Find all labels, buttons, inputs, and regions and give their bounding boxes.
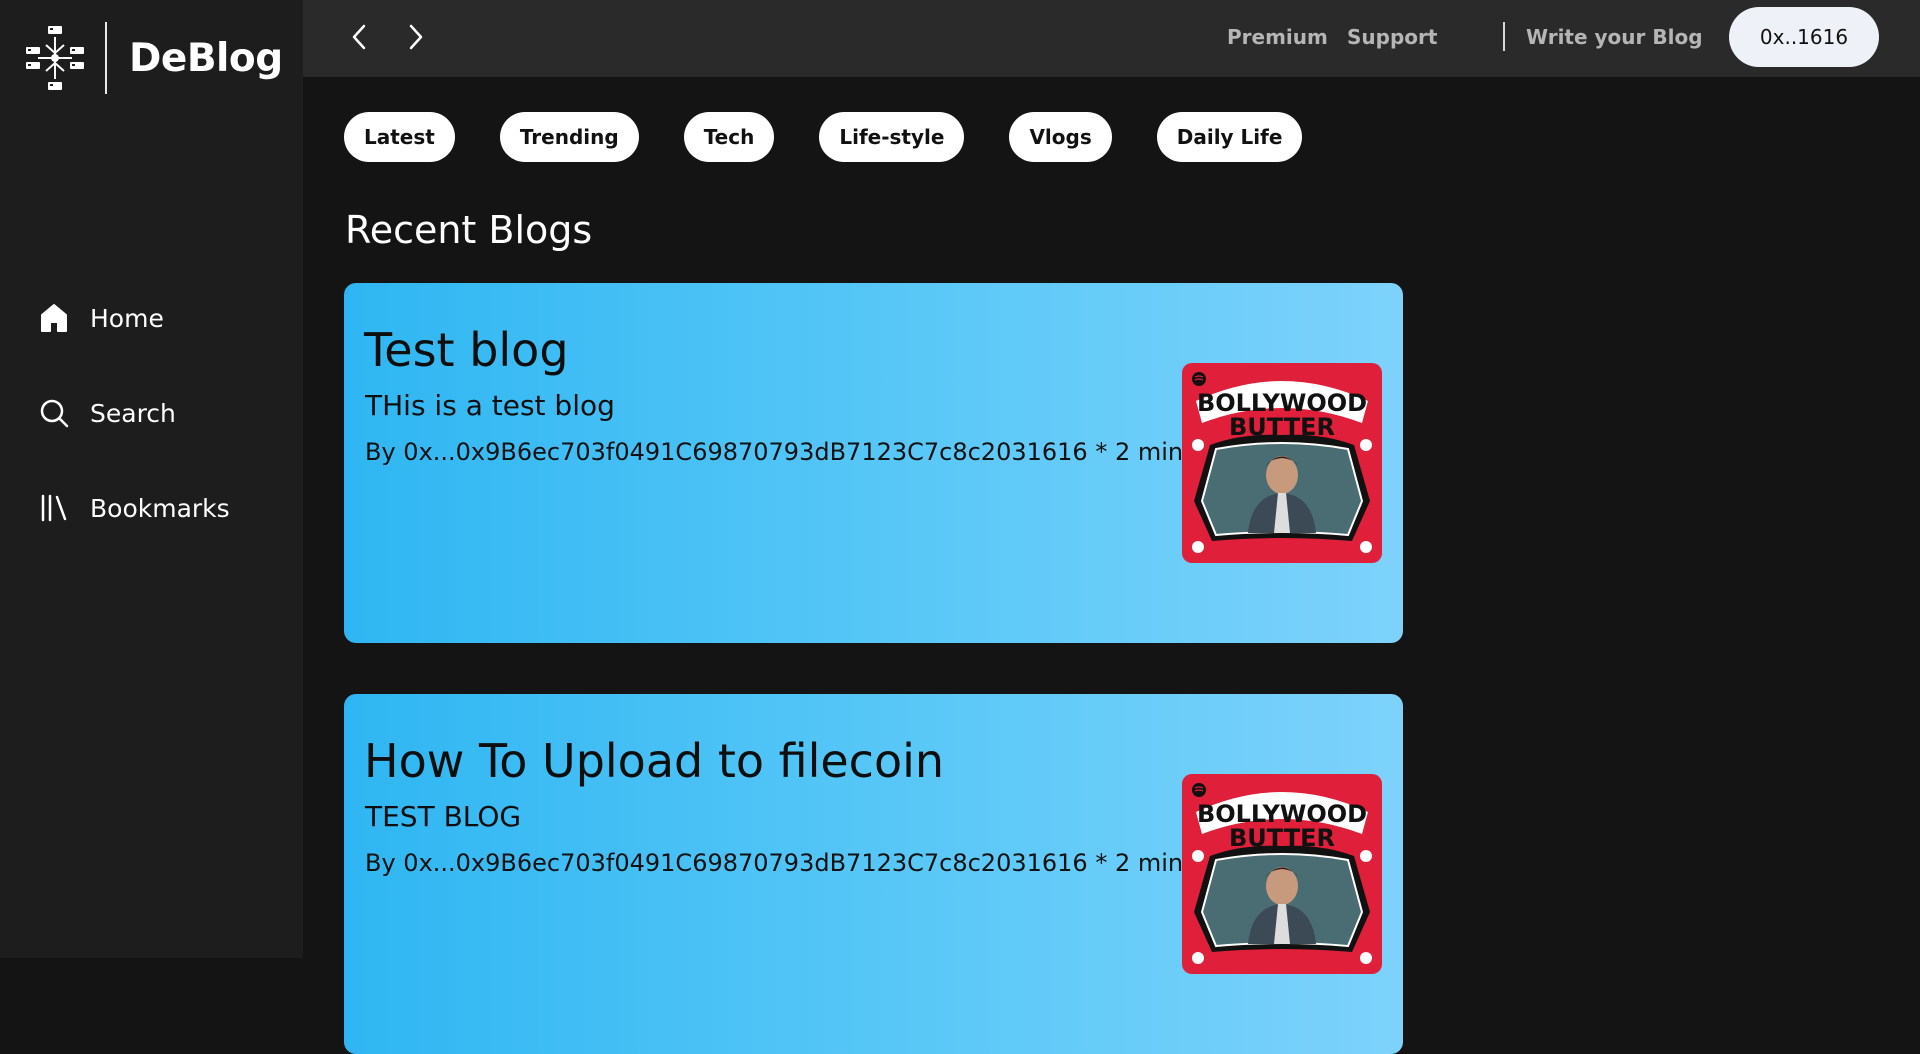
blog-subtitle: TEST BLOG <box>365 800 522 833</box>
sidebar-item-label: Bookmarks <box>90 493 230 523</box>
brand[interactable]: DeBlog <box>26 22 283 94</box>
blog-card[interactable]: Test blog THis is a test blog By 0x...0x… <box>344 283 1403 643</box>
sidebar-nav: Home Search Bookmarks <box>38 294 230 579</box>
blog-title: Test blog <box>364 323 569 377</box>
blog-thumbnail: BOLLYWOOD BUTTER <box>1182 363 1382 563</box>
sidebar: DeBlog Home Search Bookmarks <box>0 0 303 958</box>
tag-daily-life[interactable]: Daily Life <box>1156 112 1303 162</box>
tag-trending[interactable]: Trending <box>499 112 639 162</box>
back-arrow-icon[interactable] <box>342 20 376 54</box>
blog-meta: By 0x...0x9B6ec703f0491C69870793dB7123C7… <box>365 438 1245 466</box>
category-tags: Latest Trending Tech Life-style Vlogs Da… <box>344 112 1347 162</box>
top-bar: Premium Support Write your Blog 0x..1616 <box>303 0 1920 77</box>
blog-meta: By 0x...0x9B6ec703f0491C69870793dB7123C7… <box>365 849 1245 877</box>
support-link[interactable]: Support <box>1347 25 1437 49</box>
wallet-address-button[interactable]: 0x..1616 <box>1729 7 1879 67</box>
tag-tech[interactable]: Tech <box>683 112 775 162</box>
home-icon <box>38 302 70 334</box>
forward-arrow-icon[interactable] <box>399 20 433 54</box>
bookmarks-icon <box>38 492 70 524</box>
tag-vlogs[interactable]: Vlogs <box>1009 112 1112 162</box>
blog-thumbnail: BOLLYWOOD BUTTER <box>1182 774 1382 974</box>
write-blog-link[interactable]: Write your Blog <box>1526 25 1703 49</box>
brand-divider <box>105 22 107 94</box>
sidebar-item-home[interactable]: Home <box>38 294 230 342</box>
sidebar-item-search[interactable]: Search <box>38 389 230 437</box>
sidebar-item-label: Home <box>90 303 164 333</box>
topbar-divider <box>1503 22 1505 51</box>
network-logo-icon <box>26 26 84 90</box>
blog-subtitle: THis is a test blog <box>365 389 615 422</box>
tag-latest[interactable]: Latest <box>344 112 455 162</box>
sidebar-item-bookmarks[interactable]: Bookmarks <box>38 484 230 532</box>
sidebar-item-label: Search <box>90 398 176 428</box>
brand-name: DeBlog <box>129 35 283 81</box>
premium-link[interactable]: Premium <box>1227 25 1328 49</box>
blog-title: How To Upload to filecoin <box>364 734 945 788</box>
blog-card[interactable]: How To Upload to filecoin TEST BLOG By 0… <box>344 694 1403 1054</box>
section-title: Recent Blogs <box>345 208 593 252</box>
tag-life-style[interactable]: Life-style <box>819 112 965 162</box>
search-icon <box>38 397 70 429</box>
